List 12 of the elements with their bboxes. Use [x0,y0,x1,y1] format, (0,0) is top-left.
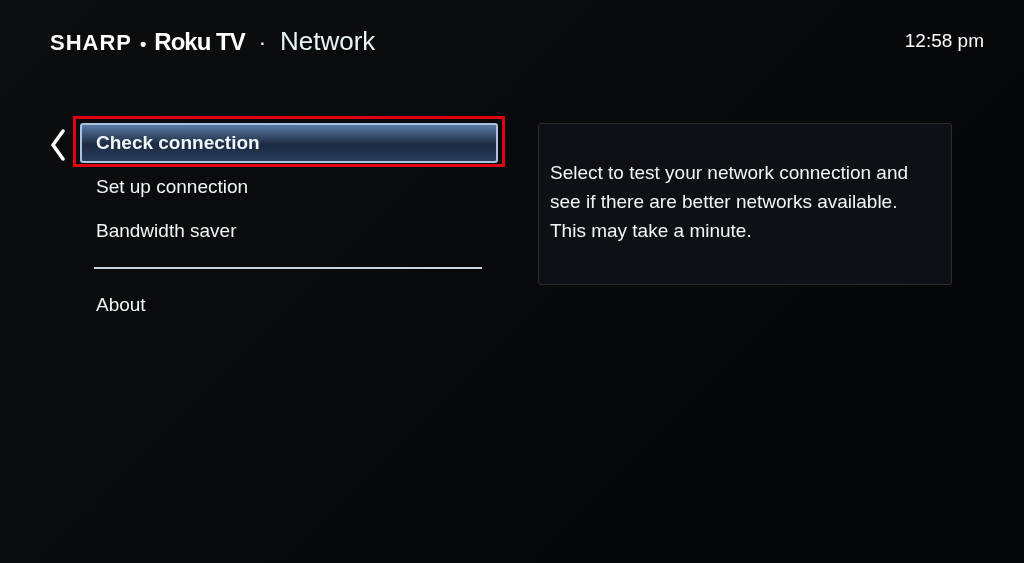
page-title: Network [280,26,376,57]
menu-item[interactable]: About [80,285,498,325]
menu-item[interactable]: Check connection [80,123,498,163]
separator-dot: • [140,34,147,55]
product-logo: Roku TV [154,28,245,56]
back-icon[interactable] [50,129,66,161]
separator-dot: · [258,30,266,56]
menu-item[interactable]: Set up connection [80,167,498,207]
brand-logo: SHARP [50,30,132,56]
clock-time: 12:58 pm [904,29,984,52]
description-text: Select to test your network connection and see if there are better networks available. This may take a minute. [550,161,910,243]
menu-item[interactable]: Bandwidth saver [80,211,498,251]
